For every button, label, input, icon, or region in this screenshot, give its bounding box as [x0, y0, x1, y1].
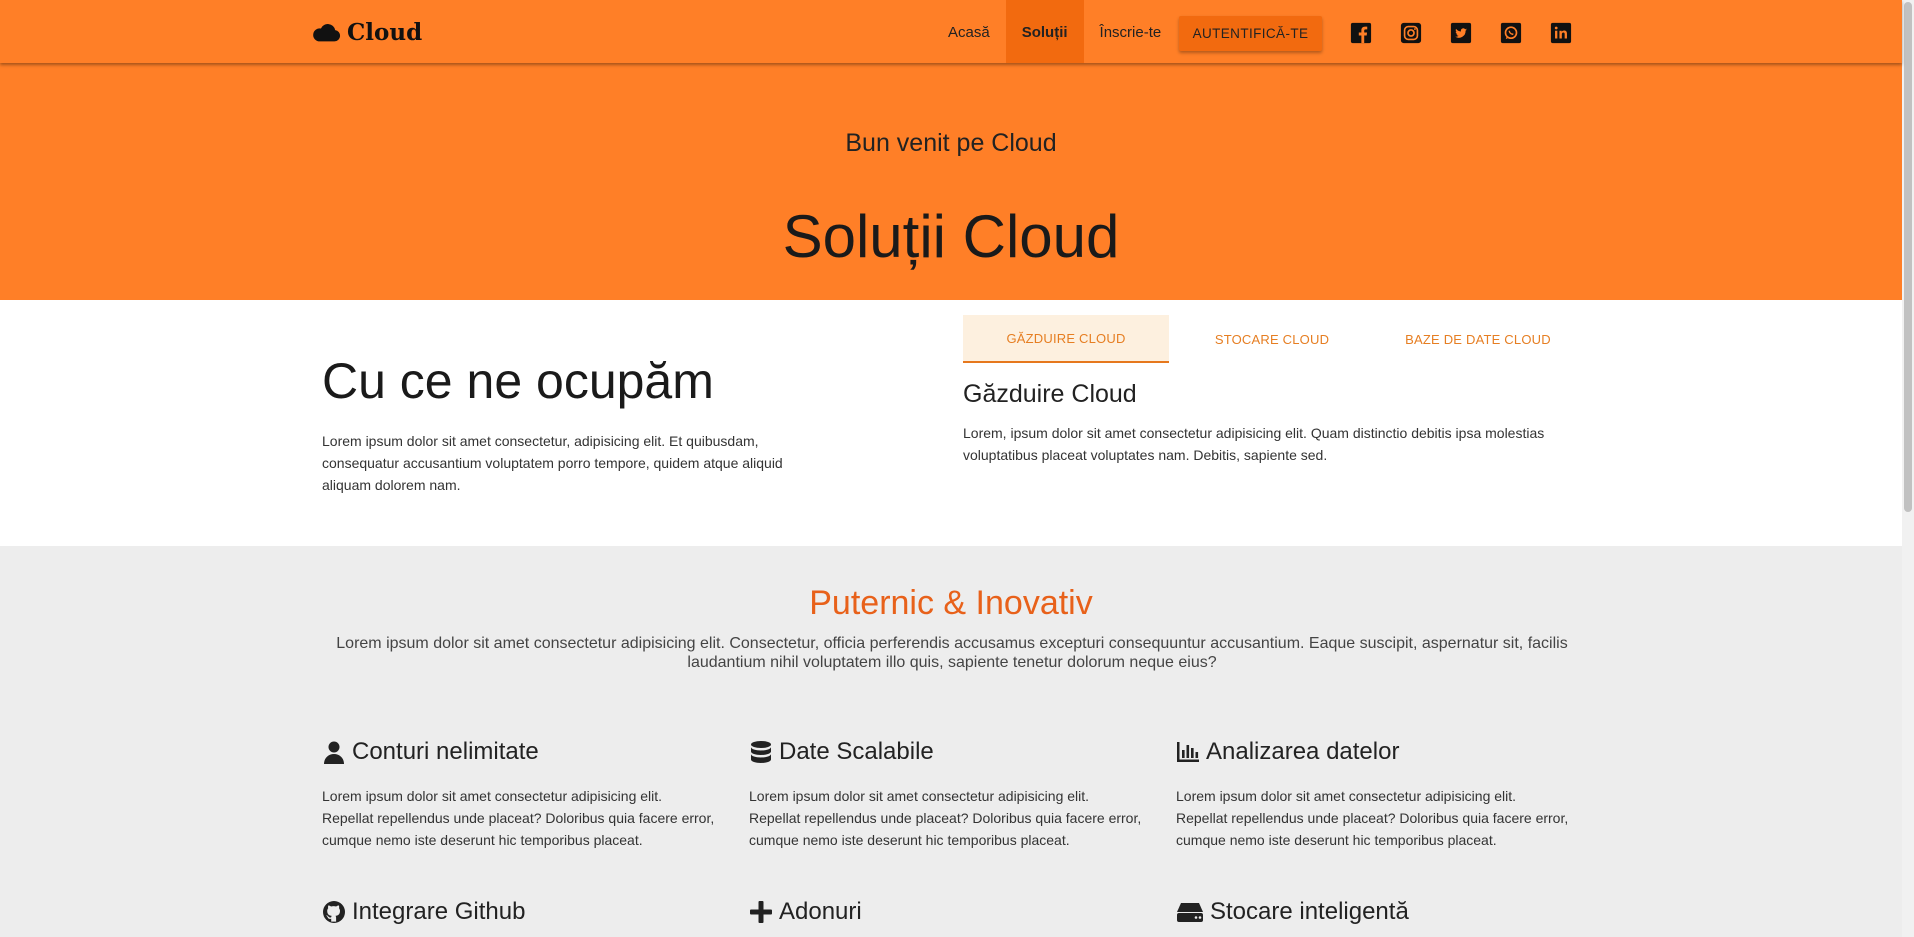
chart-bar-icon: [1177, 742, 1199, 762]
github-icon: [323, 901, 345, 923]
social-links: [1350, 22, 1572, 44]
tab-hosting[interactable]: GĂZDUIRE CLOUD: [963, 315, 1169, 363]
user-icon: [324, 741, 344, 764]
feature-title: Date Scalabile: [779, 738, 934, 765]
feature-text: Lorem ipsum dolor sit amet consectetur a…: [1176, 788, 1569, 848]
nav-links: Acasă Soluții Înscrie-te: [932, 0, 1177, 63]
whatsapp-icon[interactable]: [1500, 22, 1522, 44]
cloud-icon: [313, 24, 341, 42]
plus-icon: [750, 901, 772, 923]
feature-card: Analizarea datelor Lorem ipsum dolor sit…: [1176, 737, 1576, 851]
feature-title: Integrare Github: [352, 898, 526, 925]
tab-panel-text: Lorem, ipsum dolor sit amet consectetur …: [963, 425, 1545, 463]
brand-link[interactable]: Cloud: [311, 18, 422, 46]
about-section: Cu ce ne ocupăm Lorem ipsum dolor sit am…: [0, 300, 1902, 546]
feature-card: Adonuri: [749, 897, 1149, 927]
nav-link-home[interactable]: Acasă: [932, 0, 1006, 63]
nav-link-solutions[interactable]: Soluții: [1005, 0, 1084, 63]
tab-panel-heading: Găzduire Cloud: [963, 380, 1137, 408]
feature-card: Conturi nelimitate Lorem ipsum dolor sit…: [322, 737, 722, 851]
feature-card: Stocare inteligentă: [1176, 897, 1576, 927]
about-title: Cu ce ne ocupăm: [322, 353, 714, 409]
service-tabs: GĂZDUIRE CLOUD STOCARE CLOUD BAZE DE DAT…: [963, 315, 1581, 363]
hero-title: Soluții Cloud: [782, 203, 1120, 270]
features-section: Puternic & Inovativ Lorem ipsum dolor si…: [0, 546, 1902, 937]
twitter-icon[interactable]: [1450, 22, 1472, 44]
feature-title: Adonuri: [779, 898, 862, 925]
hero-subtitle: Bun venit pe Cloud: [845, 129, 1057, 157]
nav-link-register[interactable]: Înscrie-te: [1084, 0, 1178, 63]
navbar: Cloud Acasă Soluții Înscrie-te AUTENTIFI…: [0, 0, 1902, 63]
about-text: Lorem ipsum dolor sit amet consectetur, …: [322, 433, 783, 493]
feature-title: Analizarea datelor: [1206, 738, 1400, 765]
feature-title: Conturi nelimitate: [352, 738, 539, 765]
feature-card: Date Scalabile Lorem ipsum dolor sit ame…: [749, 737, 1149, 851]
tab-databases[interactable]: BAZE DE DATE CLOUD: [1375, 315, 1581, 363]
facebook-icon[interactable]: [1350, 22, 1372, 44]
feature-title: Stocare inteligentă: [1210, 898, 1409, 925]
database-icon: [751, 741, 771, 763]
page-scrollbar[interactable]: [1902, 0, 1914, 937]
instagram-icon[interactable]: [1400, 22, 1422, 44]
scrollbar-thumb[interactable]: [1904, 2, 1912, 512]
features-heading: Puternic & Inovativ: [809, 584, 1093, 622]
hdd-icon: [1177, 903, 1203, 922]
hero-section: Bun venit pe Cloud Soluții Cloud: [0, 63, 1902, 300]
feature-text: Lorem ipsum dolor sit amet consectetur a…: [749, 788, 1142, 848]
login-button[interactable]: AUTENTIFICĂ-TE: [1179, 16, 1322, 51]
tab-storage[interactable]: STOCARE CLOUD: [1169, 315, 1375, 363]
features-lead: Lorem ipsum dolor sit amet consectetur a…: [336, 635, 1568, 671]
feature-text: Lorem ipsum dolor sit amet consectetur a…: [322, 788, 715, 848]
feature-card: Integrare Github: [322, 897, 722, 927]
brand-name: Cloud: [347, 18, 423, 46]
linkedin-icon[interactable]: [1550, 22, 1572, 44]
